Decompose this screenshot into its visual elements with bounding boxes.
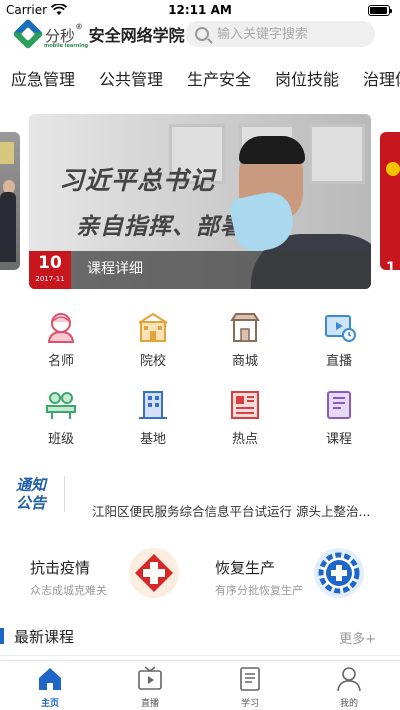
grid-label: 名师 (47, 354, 74, 369)
next-slide-day: 1 (386, 260, 396, 270)
profile-icon (337, 667, 361, 692)
promo-subtitle: 众志成城克难关 (30, 584, 107, 597)
live-icon (325, 315, 356, 342)
grid-label: 班级 (47, 432, 74, 447)
teacher-icon (47, 313, 75, 343)
status-bar: Carrier 12:11 AM (0, 0, 400, 20)
notice-logo-line2: 公告 (16, 494, 47, 512)
status-time: 12:11 AM (168, 3, 232, 17)
class-icon (46, 392, 76, 419)
promo-title: 抗击疫情 (30, 559, 91, 577)
base-icon (139, 391, 167, 419)
logo (12, 18, 44, 50)
date-month: 2017-11 (35, 275, 65, 283)
grid-label: 院校 (139, 354, 166, 369)
grid-item-school[interactable]: 院校 (118, 310, 188, 369)
tv-icon (138, 666, 162, 690)
medical-emblem-icon (314, 548, 364, 598)
notice-logo: 通知 公告 (16, 476, 56, 512)
grid-item-teacher[interactable]: 名师 (26, 310, 96, 369)
course-icon (327, 391, 351, 419)
bottom-nav: 主页 直播 学习 我的 (0, 660, 400, 710)
search-icon (195, 27, 209, 41)
tab-emergency-management[interactable]: 应急管理 (11, 66, 75, 90)
nav-live[interactable]: 直播 (120, 665, 180, 709)
more-link[interactable]: 更多+ (339, 628, 376, 647)
promo-fight-epidemic[interactable]: 抗击疫情 众志成城克难关 (30, 545, 210, 603)
section-accent-bar (0, 628, 4, 644)
nav-profile[interactable]: 我的 (319, 665, 379, 709)
date-badge: 10 2017-11 (29, 251, 71, 289)
grid-item-hot-news[interactable]: 热点 (210, 388, 280, 447)
brand-name: 安全网络学院 (88, 26, 185, 45)
grid-item-live[interactable]: 直播 (304, 310, 374, 369)
category-tabs: 应急管理 公共管理 生产安全 岗位技能 治理体 (0, 66, 400, 94)
grid-item-course[interactable]: 课程 (304, 388, 374, 447)
promo-title: 恢复生产 (215, 559, 276, 577)
home-icon (39, 668, 61, 690)
tab-public-management[interactable]: 公共管理 (99, 66, 163, 90)
notice-logo-line1: 通知 (16, 476, 47, 494)
red-cross-icon (129, 548, 179, 598)
book-icon (240, 667, 260, 691)
grid-label: 商城 (231, 354, 258, 369)
grid-label: 直播 (325, 354, 352, 369)
tab-job-skills[interactable]: 岗位技能 (275, 66, 339, 90)
nav-home[interactable]: 主页 (20, 665, 80, 709)
nav-label: 主页 (40, 699, 59, 709)
nav-study[interactable]: 学习 (220, 665, 280, 709)
banner-next-slide[interactable]: 1 2017 (380, 132, 400, 270)
banner-prev-slide[interactable] (0, 132, 20, 270)
banner-title-line1: 习近平总书记 (59, 166, 216, 195)
tab-governance[interactable]: 治理体 (363, 66, 400, 90)
promo-resume-production[interactable]: 恢复生产 有序分批恢复生产 (215, 545, 395, 603)
nav-label: 我的 (339, 699, 358, 709)
grid-item-base[interactable]: 基地 (118, 388, 188, 447)
news-icon (231, 391, 259, 419)
search-bar[interactable] (185, 21, 375, 47)
brand-reg: ® (75, 22, 84, 31)
banner-main-slide[interactable]: 习近平总书记 亲自指挥、部署 10 2017-11 课程详细 (29, 114, 371, 289)
section-divider (0, 655, 400, 656)
grid-label: 热点 (231, 432, 258, 447)
latest-courses-header: 最新课程 更多+ (0, 625, 400, 656)
grid-label: 基地 (139, 432, 166, 447)
notice-bar[interactable]: 通知 公告 江阳区便民服务综合信息平台试运行 源头上整治... (0, 470, 400, 519)
search-input[interactable] (217, 26, 367, 42)
course-detail-link[interactable]: 课程详细 (87, 258, 143, 278)
section-title: 最新课程 (14, 628, 75, 646)
date-day: 10 (38, 253, 62, 273)
notice-divider (64, 476, 65, 512)
notice-text[interactable]: 江阳区便民服务综合信息平台试运行 源头上整治... (92, 501, 382, 520)
tab-production-safety[interactable]: 生产安全 (187, 66, 251, 90)
app-header: 分秒® 安全网络学院 mobile learning (0, 18, 400, 50)
school-icon (138, 312, 168, 342)
logo-mark-icon (12, 18, 44, 50)
promo-subtitle: 有序分批恢复生产 (215, 584, 303, 597)
battery-icon (368, 5, 392, 16)
store-icon (230, 313, 260, 342)
nav-label: 学习 (240, 699, 259, 709)
grid-item-class[interactable]: 班级 (26, 388, 96, 447)
banner-title-line2: 亲自指挥、部署 (76, 214, 244, 240)
grid-label: 课程 (325, 432, 352, 447)
banner-carousel[interactable]: 习近平总书记 亲自指挥、部署 10 2017-11 课程详细 1 2017 (0, 114, 400, 289)
brand-subtitle: mobile learning (44, 43, 89, 49)
nav-label: 直播 (140, 699, 159, 709)
grid-item-store[interactable]: 商城 (210, 310, 280, 369)
banner-caption-bar (29, 251, 371, 289)
